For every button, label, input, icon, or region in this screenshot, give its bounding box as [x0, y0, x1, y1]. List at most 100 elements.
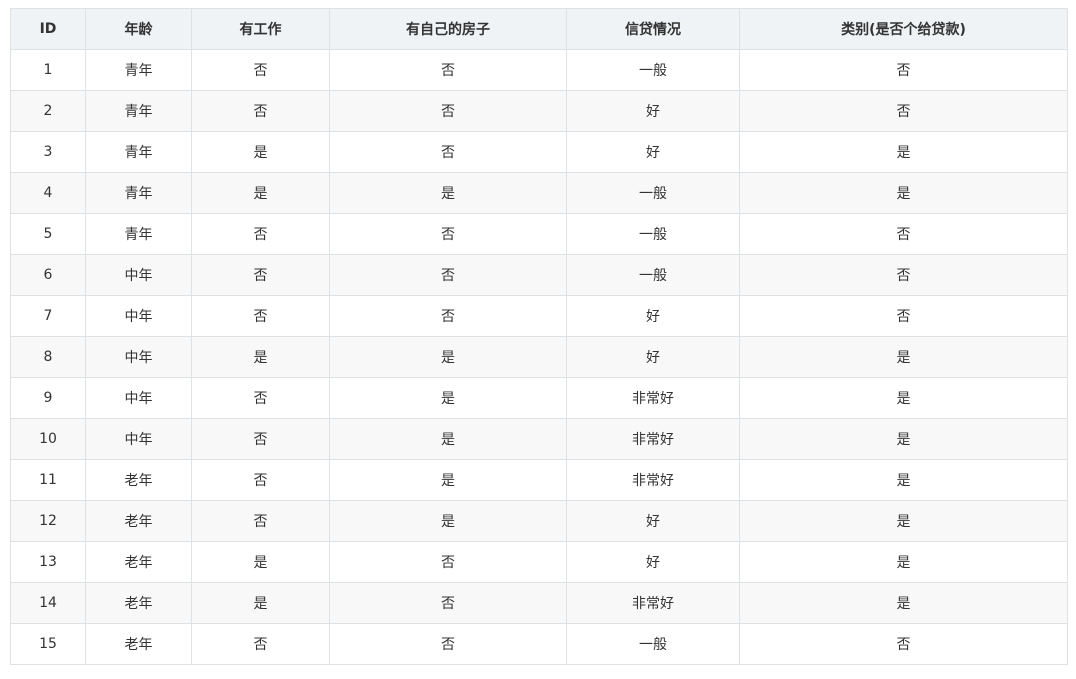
- cell-age: 老年: [85, 500, 192, 542]
- cell-has-job: 是: [191, 131, 330, 173]
- cell-class: 否: [739, 254, 1068, 296]
- cell-id: 6: [10, 254, 86, 296]
- cell-id: 2: [10, 90, 86, 132]
- cell-own-house: 否: [329, 254, 567, 296]
- cell-own-house: 否: [329, 295, 567, 337]
- cell-has-job: 否: [191, 295, 330, 337]
- table-row: 11 老年否是非常好是: [10, 459, 1068, 501]
- cell-has-job: 否: [191, 623, 330, 665]
- cell-age: 青年: [85, 90, 192, 132]
- cell-class: 否: [739, 213, 1068, 255]
- cell-credit: 一般: [566, 49, 740, 91]
- cell-class: 否: [739, 49, 1068, 91]
- cell-age: 老年: [85, 541, 192, 583]
- header-class: 类别(是否个给贷款): [739, 8, 1068, 50]
- cell-class: 否: [739, 623, 1068, 665]
- cell-own-house: 否: [329, 623, 567, 665]
- cell-id: 10: [10, 418, 86, 460]
- cell-credit: 一般: [566, 213, 740, 255]
- table-row: 6 中年否否一般否: [10, 254, 1068, 296]
- cell-own-house: 否: [329, 90, 567, 132]
- table-row: 10 中年否是非常好是: [10, 418, 1068, 460]
- cell-own-house: 否: [329, 131, 567, 173]
- cell-credit: 一般: [566, 254, 740, 296]
- cell-own-house: 是: [329, 336, 567, 378]
- cell-id: 8: [10, 336, 86, 378]
- cell-has-job: 否: [191, 377, 330, 419]
- cell-class: 是: [739, 418, 1068, 460]
- cell-credit: 一般: [566, 172, 740, 214]
- table-row: 12 老年否是好是: [10, 500, 1068, 542]
- cell-class: 是: [739, 377, 1068, 419]
- cell-has-job: 否: [191, 49, 330, 91]
- cell-id: 9: [10, 377, 86, 419]
- cell-age: 青年: [85, 49, 192, 91]
- cell-class: 是: [739, 541, 1068, 583]
- cell-credit: 好: [566, 336, 740, 378]
- table-row: 3 青年是否好是: [10, 131, 1068, 173]
- loan-data-table-container: ID 年龄 有工作 有自己的房子 信贷情况 类别(是否个给贷款) 1 青年否否一般…: [10, 8, 1068, 665]
- cell-own-house: 否: [329, 213, 567, 255]
- cell-credit: 非常好: [566, 582, 740, 624]
- header-id: ID: [10, 8, 86, 50]
- cell-age: 中年: [85, 418, 192, 460]
- cell-id: 15: [10, 623, 86, 665]
- table-row: 1 青年否否一般否: [10, 49, 1068, 91]
- table-row: 5 青年否否一般否: [10, 213, 1068, 255]
- header-has-job: 有工作: [191, 8, 330, 50]
- cell-class: 是: [739, 172, 1068, 214]
- cell-own-house: 是: [329, 418, 567, 460]
- table-body: 1 青年否否一般否 2 青年否否好否 3 青年是否好是 4 青年是是一般是 5 青年否否一般否 6 中…: [10, 49, 1068, 665]
- cell-id: 1: [10, 49, 86, 91]
- cell-own-house: 是: [329, 172, 567, 214]
- table-row: 9 中年否是非常好是: [10, 377, 1068, 419]
- cell-id: 13: [10, 541, 86, 583]
- table-row: 15 老年否否一般否: [10, 623, 1068, 665]
- cell-age: 老年: [85, 459, 192, 501]
- cell-has-job: 是: [191, 172, 330, 214]
- header-age: 年龄: [85, 8, 192, 50]
- cell-own-house: 是: [329, 500, 567, 542]
- table-row: 4 青年是是一般是: [10, 172, 1068, 214]
- loan-data-table: ID 年龄 有工作 有自己的房子 信贷情况 类别(是否个给贷款) 1 青年否否一般…: [10, 8, 1068, 665]
- cell-has-job: 是: [191, 541, 330, 583]
- cell-age: 老年: [85, 582, 192, 624]
- cell-id: 12: [10, 500, 86, 542]
- cell-credit: 好: [566, 500, 740, 542]
- cell-class: 否: [739, 90, 1068, 132]
- cell-has-job: 否: [191, 213, 330, 255]
- cell-credit: 非常好: [566, 418, 740, 460]
- cell-has-job: 否: [191, 418, 330, 460]
- header-own-house: 有自己的房子: [329, 8, 567, 50]
- table-row: 14 老年是否非常好是: [10, 582, 1068, 624]
- cell-credit: 好: [566, 541, 740, 583]
- cell-has-job: 否: [191, 459, 330, 501]
- header-row: ID 年龄 有工作 有自己的房子 信贷情况 类别(是否个给贷款): [10, 8, 1068, 50]
- cell-class: 否: [739, 295, 1068, 337]
- cell-credit: 非常好: [566, 459, 740, 501]
- cell-credit: 非常好: [566, 377, 740, 419]
- cell-own-house: 是: [329, 459, 567, 501]
- cell-class: 是: [739, 459, 1068, 501]
- cell-has-job: 是: [191, 582, 330, 624]
- cell-class: 是: [739, 131, 1068, 173]
- cell-credit: 好: [566, 90, 740, 132]
- table-row: 7 中年否否好否: [10, 295, 1068, 337]
- cell-has-job: 是: [191, 336, 330, 378]
- cell-credit: 一般: [566, 623, 740, 665]
- cell-age: 中年: [85, 377, 192, 419]
- cell-id: 7: [10, 295, 86, 337]
- cell-id: 5: [10, 213, 86, 255]
- header-credit: 信贷情况: [566, 8, 740, 50]
- cell-credit: 好: [566, 131, 740, 173]
- cell-own-house: 否: [329, 49, 567, 91]
- cell-age: 中年: [85, 336, 192, 378]
- cell-age: 中年: [85, 295, 192, 337]
- cell-own-house: 是: [329, 377, 567, 419]
- cell-id: 14: [10, 582, 86, 624]
- cell-has-job: 否: [191, 500, 330, 542]
- cell-own-house: 否: [329, 582, 567, 624]
- table-row: 8 中年是是好是: [10, 336, 1068, 378]
- cell-credit: 好: [566, 295, 740, 337]
- cell-has-job: 否: [191, 254, 330, 296]
